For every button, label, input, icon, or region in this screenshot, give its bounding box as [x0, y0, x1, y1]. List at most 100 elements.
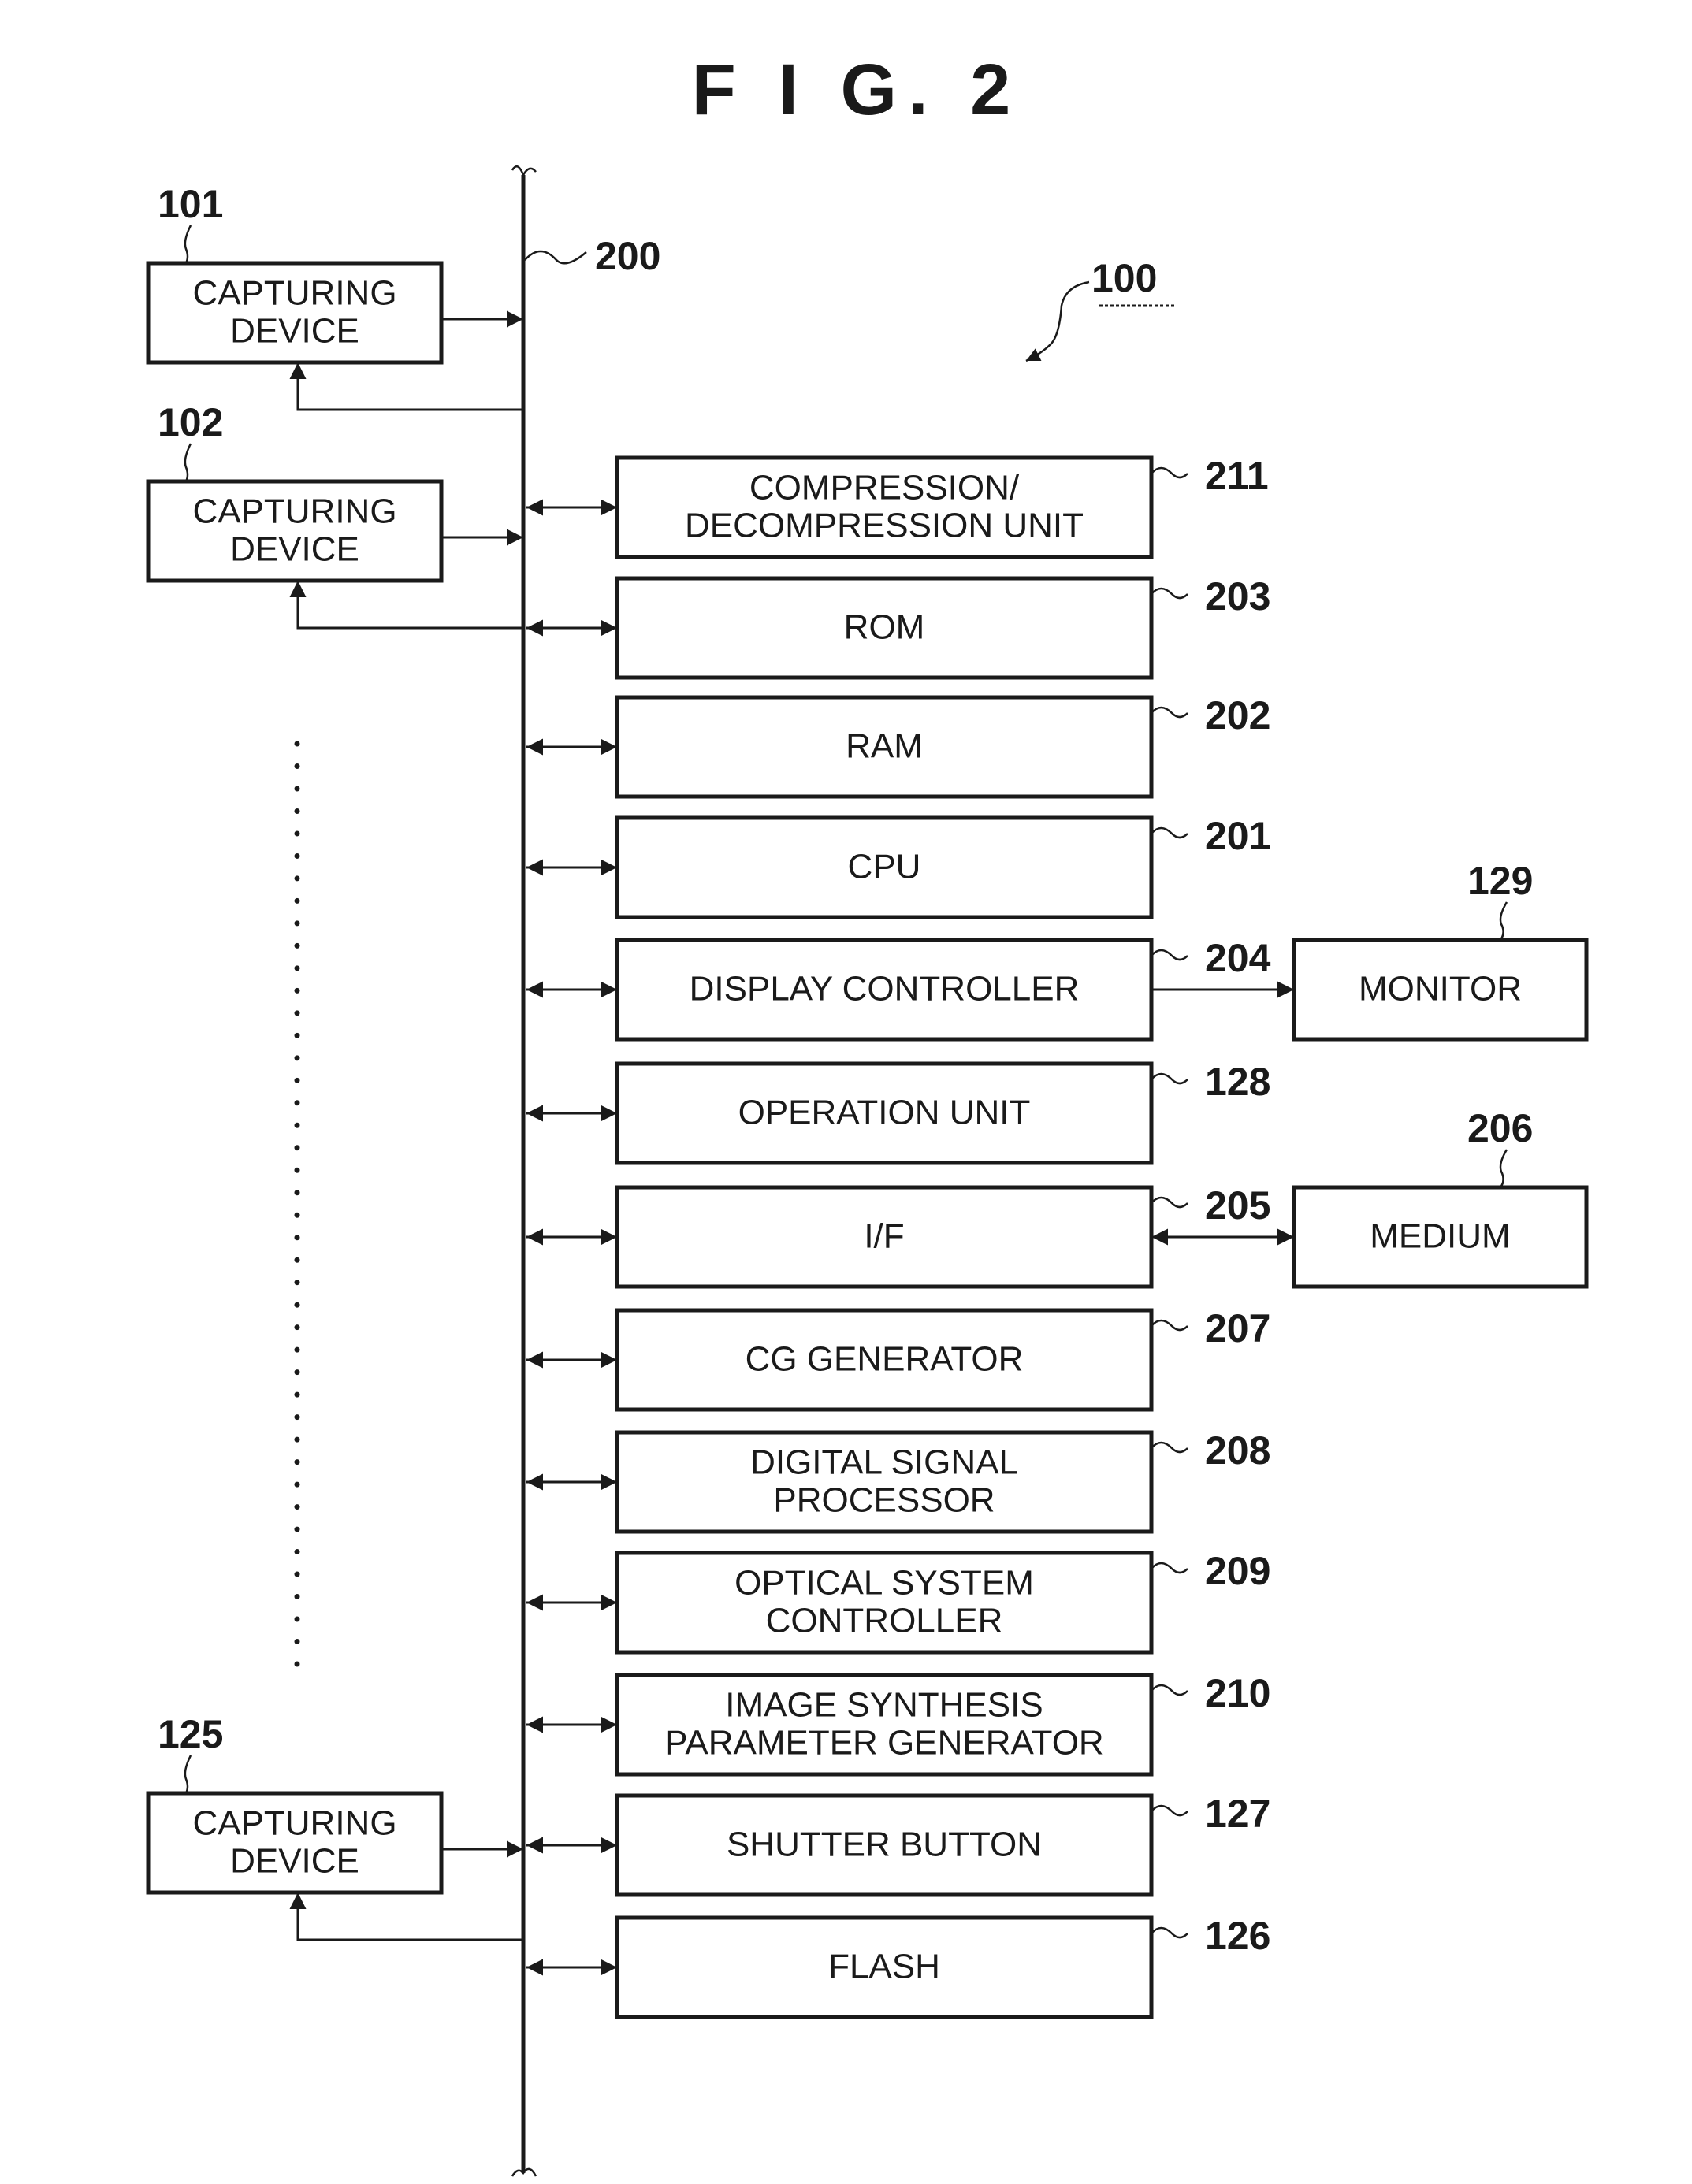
ellipsis-dot	[294, 1571, 300, 1577]
ref-211: 211	[1205, 454, 1269, 498]
ellipsis-dot	[294, 1145, 300, 1151]
ellipsis-dot	[294, 1436, 300, 1443]
ellipsis-dot	[294, 1549, 300, 1555]
ellipsis-dot	[294, 987, 300, 994]
ref-129: 129	[1467, 859, 1533, 903]
ellipsis-dot	[294, 741, 300, 747]
ellipsis-dot	[294, 1661, 300, 1667]
ellipsis-dot	[294, 920, 300, 927]
arrow-from-bus	[289, 362, 523, 411]
unit-126: FLASH 126	[526, 1914, 1270, 2019]
ellipsis-dot	[294, 1324, 300, 1331]
ellipsis-dot	[294, 1212, 300, 1218]
ref-102: 102	[158, 400, 223, 444]
ellipsis-dot	[294, 1122, 300, 1128]
ellipsis-dot	[294, 1391, 300, 1398]
ellipsis-dot	[294, 897, 300, 904]
ellipsis-dot	[294, 1616, 300, 1622]
capturing-device-125-label-line: DEVICE	[230, 1842, 359, 1881]
ref-126: 126	[1205, 1914, 1270, 1958]
ellipsis-dot	[294, 1639, 300, 1645]
ellipsis-dots	[294, 741, 300, 1667]
ref-206: 206	[1467, 1106, 1533, 1150]
ellipsis-dot	[294, 942, 300, 949]
ellipsis-dot	[294, 1167, 300, 1173]
block-diagram: F I G. 2 200 100 CAPTURINGDEVICE101CAPTU…	[146, 50, 1589, 2177]
unit-205: I/F 205	[526, 1183, 1270, 1289]
ellipsis-dot	[294, 1481, 300, 1488]
unit-208-label-line: DIGITAL SIGNAL	[750, 1443, 1018, 1482]
ellipsis-dot	[294, 1302, 300, 1308]
unit-208-label-line: PROCESSOR	[773, 1481, 995, 1520]
ref-200: 200	[595, 234, 660, 278]
unit-126-label-line: FLASH	[828, 1948, 940, 1986]
ellipsis-dot	[294, 808, 300, 814]
unit-209: OPTICAL SYSTEMCONTROLLER 209	[526, 1549, 1270, 1655]
ellipsis-dot	[294, 1190, 300, 1196]
unit-205-label-line: I/F	[864, 1217, 904, 1256]
ref-202: 202	[1205, 693, 1270, 737]
arrow-from-bus	[289, 1892, 523, 1941]
unit-210-label-line: PARAMETER GENERATOR	[664, 1724, 1103, 1762]
ellipsis-dot	[294, 1100, 300, 1106]
unit-127-label-line: SHUTTER BUTTON	[727, 1826, 1042, 1864]
unit-127: SHUTTER BUTTON 127	[526, 1792, 1270, 1897]
ref-210: 210	[1205, 1671, 1270, 1715]
unit-128-label-line: OPERATION UNIT	[738, 1094, 1031, 1132]
capturing-device-101-label-line: CAPTURING	[192, 274, 396, 313]
peripheral-medium-label-line: MEDIUM	[1370, 1217, 1510, 1256]
ellipsis-dot	[294, 1369, 300, 1376]
ellipsis-dot	[294, 1594, 300, 1600]
ref-127: 127	[1205, 1792, 1270, 1836]
ellipsis-dot	[294, 786, 300, 792]
capturing-device-102: CAPTURINGDEVICE 102	[146, 400, 523, 630]
arrow-from-bus	[289, 581, 523, 630]
ellipsis-dot	[294, 1414, 300, 1421]
ref-128: 128	[1205, 1060, 1270, 1104]
capturing-device-125-label-line: CAPTURING	[192, 1804, 396, 1843]
ellipsis-dot	[294, 1032, 300, 1038]
unit-209-label-line: OPTICAL SYSTEM	[734, 1564, 1034, 1603]
capturing-device-101-label-line: DEVICE	[230, 312, 359, 351]
peripheral-monitor-label-line: MONITOR	[1359, 970, 1522, 1008]
unit-201-label-line: CPU	[848, 848, 921, 886]
unit-211-label-line: COMPRESSION/	[749, 469, 1020, 507]
capturing-device-102-label-line: DEVICE	[230, 530, 359, 569]
ellipsis-dot	[294, 1280, 300, 1286]
ellipsis-dot	[294, 1055, 300, 1061]
unit-208: DIGITAL SIGNALPROCESSOR 208	[526, 1428, 1270, 1534]
ellipsis-dot	[294, 1235, 300, 1241]
ref-201: 201	[1205, 814, 1270, 858]
ref-205: 205	[1205, 1183, 1270, 1228]
ref-203: 203	[1205, 574, 1270, 618]
ellipsis-dot	[294, 1010, 300, 1016]
ellipsis-dot	[294, 965, 300, 971]
unit-204-label-line: DISPLAY CONTROLLER	[690, 970, 1080, 1008]
unit-203: ROM 203	[526, 574, 1270, 680]
ref-209: 209	[1205, 1549, 1270, 1593]
ellipsis-dot	[294, 1257, 300, 1263]
ref-207: 207	[1205, 1306, 1270, 1350]
unit-203-label-line: ROM	[844, 608, 925, 647]
ellipsis-dot	[294, 852, 300, 859]
unit-202-label-line: RAM	[846, 727, 923, 766]
ellipsis-dot	[294, 1526, 300, 1532]
unit-209-label-line: CONTROLLER	[766, 1602, 1003, 1640]
figure-title: F I G. 2	[692, 50, 1022, 130]
unit-210: IMAGE SYNTHESISPARAMETER GENERATOR 210	[526, 1671, 1270, 1777]
capturing-device-125: CAPTURINGDEVICE 125	[146, 1712, 523, 1941]
unit-211-label-line: DECOMPRESSION UNIT	[685, 507, 1084, 545]
ellipsis-dot	[294, 763, 300, 769]
unit-201: CPU 201	[526, 814, 1270, 919]
unit-202: RAM 202	[526, 693, 1270, 799]
unit-204: DISPLAY CONTROLLER 204	[526, 936, 1271, 1042]
ellipsis-dot	[294, 1459, 300, 1465]
ref-208: 208	[1205, 1428, 1270, 1473]
unit-207: CG GENERATOR 207	[526, 1306, 1270, 1412]
ellipsis-dot	[294, 830, 300, 837]
ref-125: 125	[158, 1712, 223, 1756]
ellipsis-dot	[294, 1346, 300, 1353]
unit-207-label-line: CG GENERATOR	[746, 1340, 1024, 1379]
unit-128: OPERATION UNIT 128	[526, 1060, 1270, 1165]
capturing-device-102-label-line: CAPTURING	[192, 492, 396, 531]
